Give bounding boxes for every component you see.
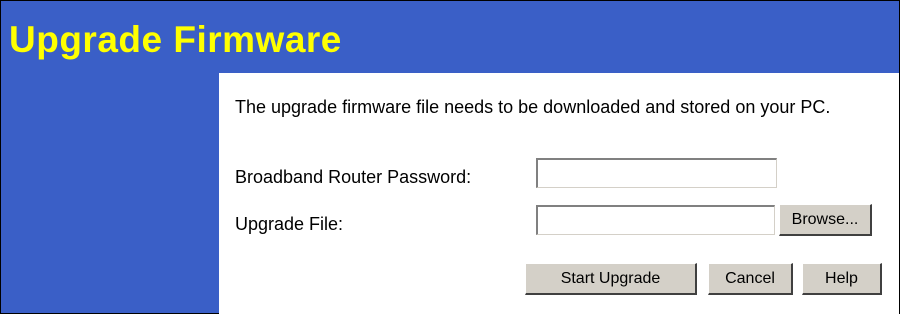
upgrade-file-label: Upgrade File:	[235, 214, 344, 234]
browse-button[interactable]: Browse...	[779, 204, 872, 236]
upgrade-firmware-window: Upgrade Firmware The upgrade firmware fi…	[0, 0, 900, 315]
password-field[interactable]	[536, 158, 777, 188]
start-upgrade-button[interactable]: Start Upgrade	[525, 263, 697, 295]
cancel-button[interactable]: Cancel	[708, 263, 793, 295]
description-text: The upgrade firmware file needs to be do…	[235, 97, 831, 117]
upgrade-file-field[interactable]	[536, 205, 775, 235]
help-button[interactable]: Help	[802, 263, 882, 295]
page-title: Upgrade Firmware	[9, 19, 342, 60]
content-panel: The upgrade firmware file needs to be do…	[219, 73, 899, 315]
password-label: Broadband Router Password:	[235, 167, 472, 187]
